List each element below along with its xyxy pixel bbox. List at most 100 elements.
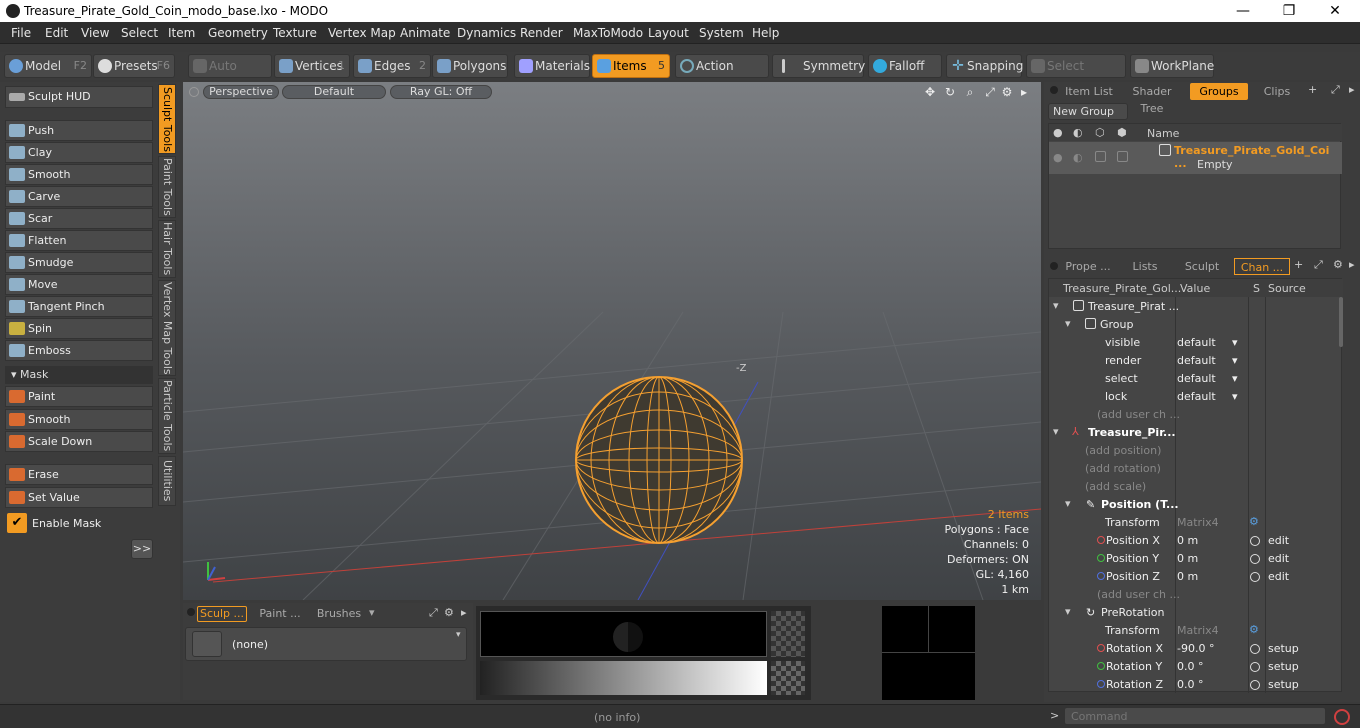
menu-edit[interactable]: Edit bbox=[45, 26, 68, 40]
color-preview[interactable] bbox=[480, 611, 767, 657]
channel-value[interactable]: default bbox=[1177, 372, 1216, 385]
mask-tool-paint[interactable]: Paint bbox=[5, 386, 153, 407]
tab-hair-tools[interactable]: Hair Tools bbox=[158, 220, 176, 278]
arrow-right-icon[interactable]: ▸ bbox=[461, 606, 467, 619]
group-row[interactable]: ● ◐ Treasure_Pirate_Gold_Coi ... Empty bbox=[1049, 142, 1342, 174]
tab-sculpt[interactable]: Sculpt bbox=[1176, 258, 1228, 275]
polygons-button[interactable]: Polygons bbox=[432, 54, 508, 78]
chevron-down-icon[interactable]: ▾ bbox=[1232, 372, 1238, 385]
erase-button[interactable]: Erase bbox=[5, 464, 153, 485]
menu-vertex-map[interactable]: Vertex Map bbox=[328, 26, 396, 40]
edges-button[interactable]: Edges 2 bbox=[353, 54, 431, 78]
snapping-button[interactable]: ✛ Snapping bbox=[946, 54, 1023, 78]
mask-header[interactable]: ▾ Mask bbox=[5, 366, 153, 384]
alpha-swatch[interactable] bbox=[771, 611, 805, 657]
auto-select-button[interactable]: Auto Select bbox=[188, 54, 272, 95]
channel-row-label[interactable]: visible bbox=[1105, 336, 1140, 349]
tab-lists[interactable]: Lists bbox=[1120, 258, 1170, 275]
zoom-icon[interactable]: ⌕ bbox=[963, 85, 977, 99]
materials-button[interactable]: Materials bbox=[514, 54, 590, 78]
tool-move[interactable]: Move bbox=[5, 274, 153, 295]
state-radio[interactable] bbox=[1250, 554, 1260, 564]
menu-select[interactable]: Select bbox=[121, 26, 158, 40]
expand-icon[interactable]: ⤢ bbox=[1331, 83, 1340, 97]
tab-clips[interactable]: Clips bbox=[1252, 83, 1302, 100]
tab-item-list[interactable]: Item List bbox=[1064, 83, 1114, 100]
add-tab-icon[interactable]: + bbox=[1308, 83, 1317, 96]
scrollbar[interactable] bbox=[1339, 297, 1343, 347]
presets-button[interactable]: Presets F6 bbox=[93, 54, 175, 78]
workplane-button[interactable]: WorkPlane bbox=[1130, 54, 1214, 78]
menu-render[interactable]: Render bbox=[520, 26, 563, 40]
tab-groups[interactable]: Groups bbox=[1190, 83, 1248, 100]
gear-icon[interactable]: ⚙ bbox=[444, 606, 454, 619]
maximize-button[interactable]: ❐ bbox=[1266, 0, 1312, 22]
channel-value[interactable]: 0 m bbox=[1177, 570, 1198, 583]
mask-tool-scale-down[interactable]: Scale Down bbox=[5, 431, 153, 452]
tab-utilities[interactable]: Utilities bbox=[158, 456, 176, 506]
tab-brushes[interactable]: Brushes bbox=[313, 606, 365, 622]
lock-toggle[interactable] bbox=[1117, 151, 1128, 162]
tool-emboss[interactable]: Emboss bbox=[5, 340, 153, 361]
menu-animate[interactable]: Animate bbox=[400, 26, 450, 40]
menu-maxtomodo[interactable]: MaxToModo bbox=[573, 26, 643, 40]
brush-preset-select[interactable]: (none) ▾ bbox=[185, 627, 467, 661]
tool-carve[interactable]: Carve bbox=[5, 186, 153, 207]
sculpt-hud-button[interactable]: Sculpt HUD bbox=[5, 86, 153, 108]
shading-tab[interactable]: Default bbox=[282, 85, 386, 99]
vertices-button[interactable]: Vertices 1 bbox=[274, 54, 350, 78]
menu-file[interactable]: File bbox=[11, 26, 31, 40]
more-button[interactable]: >> bbox=[131, 539, 153, 559]
channel-row-label[interactable]: Transform bbox=[1105, 624, 1160, 637]
gear-icon[interactable]: ⚙ bbox=[1249, 623, 1259, 636]
arrow-right-icon[interactable]: ▸ bbox=[1349, 83, 1355, 96]
viewport-menu-icon[interactable] bbox=[189, 87, 199, 97]
channel-value[interactable]: default bbox=[1177, 336, 1216, 349]
model-button[interactable]: Model F2 bbox=[4, 54, 92, 78]
tool-spin[interactable]: Spin bbox=[5, 318, 153, 339]
menu-texture[interactable]: Texture bbox=[273, 26, 317, 40]
channel-value[interactable]: 0.0 ° bbox=[1177, 660, 1204, 673]
channel-value[interactable]: 0.0 ° bbox=[1177, 678, 1204, 691]
channel-row-label[interactable]: Position Y bbox=[1106, 552, 1159, 565]
channel-row-label[interactable]: Group bbox=[1100, 318, 1134, 331]
add-user-channel[interactable]: (add user ch ... bbox=[1097, 588, 1180, 601]
close-button[interactable]: ✕ bbox=[1312, 0, 1358, 22]
items-button[interactable]: Items 5 bbox=[592, 54, 670, 78]
tool-tangent-pinch[interactable]: Tangent Pinch bbox=[5, 296, 153, 317]
alpha-gradient[interactable] bbox=[771, 661, 805, 695]
channel-row-label[interactable]: Rotation X bbox=[1106, 642, 1163, 655]
menu-help[interactable]: Help bbox=[752, 26, 779, 40]
add-rotation[interactable]: (add rotation) bbox=[1085, 462, 1161, 475]
channel-value[interactable]: -90.0 ° bbox=[1177, 642, 1214, 655]
channel-row-label[interactable]: Rotation Z bbox=[1106, 678, 1163, 691]
expand-icon[interactable]: ⤢ bbox=[429, 606, 438, 620]
tool-flatten[interactable]: Flatten bbox=[5, 230, 153, 251]
tab-properties[interactable]: Prope ... bbox=[1062, 258, 1114, 275]
tab-sculpt-brushes[interactable]: Sculp ... bbox=[197, 606, 247, 622]
tab-paint-tools[interactable]: Paint Tools bbox=[158, 156, 176, 218]
record-icon[interactable] bbox=[1334, 709, 1350, 725]
channel-row-label[interactable]: lock bbox=[1105, 390, 1127, 403]
tool-push[interactable]: Push bbox=[5, 120, 153, 141]
add-tab-icon[interactable]: + bbox=[1294, 258, 1303, 271]
falloff-button[interactable]: Falloff bbox=[868, 54, 942, 78]
chevron-down-icon[interactable]: ▾ bbox=[1232, 336, 1238, 349]
tab-vertex-map-tools[interactable]: Vertex Map Tools bbox=[158, 280, 176, 376]
state-radio[interactable] bbox=[1250, 644, 1260, 654]
expand-icon[interactable]: ⤢ bbox=[1314, 258, 1323, 272]
chevron-down-icon[interactable]: ▾ bbox=[1065, 317, 1071, 330]
menu-layout[interactable]: Layout bbox=[648, 26, 689, 40]
channel-row-label[interactable]: Position (T... bbox=[1101, 498, 1179, 511]
chevron-down-icon[interactable]: ▾ bbox=[1065, 605, 1071, 618]
add-scale[interactable]: (add scale) bbox=[1085, 480, 1146, 493]
action-center-button[interactable]: Action Center bbox=[675, 54, 769, 95]
minimize-button[interactable]: — bbox=[1220, 0, 1266, 22]
add-position[interactable]: (add position) bbox=[1085, 444, 1161, 457]
tab-paint-brushes[interactable]: Paint ... bbox=[254, 606, 306, 622]
tab-sculpt-tools[interactable]: Sculpt Tools bbox=[158, 84, 176, 154]
channel-value[interactable]: default bbox=[1177, 390, 1216, 403]
menu-view[interactable]: View bbox=[81, 26, 109, 40]
state-radio[interactable] bbox=[1250, 536, 1260, 546]
chevron-down-icon[interactable]: ▾ bbox=[1232, 390, 1238, 403]
